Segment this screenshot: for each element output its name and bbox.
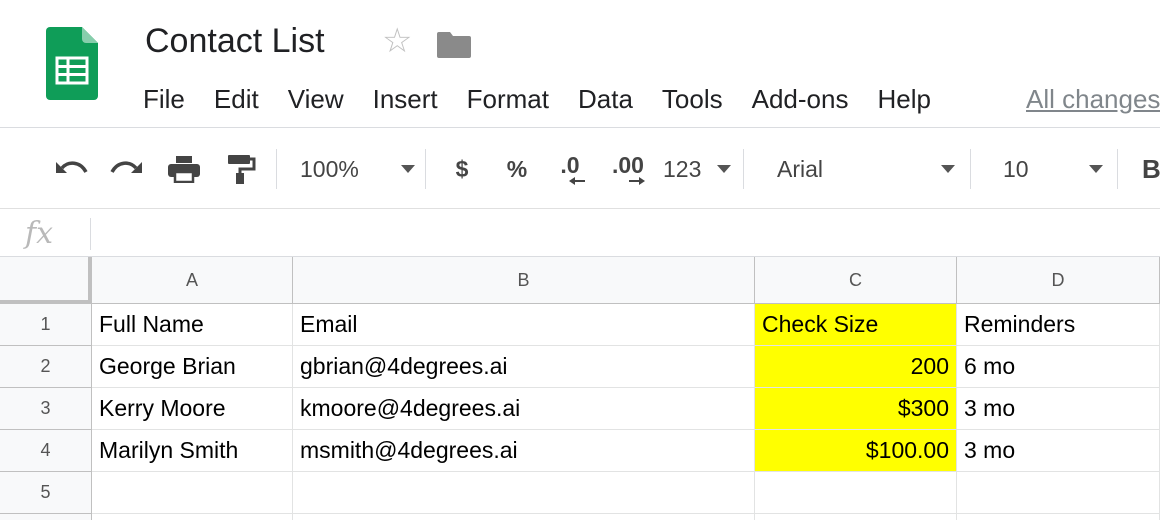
chevron-down-icon bbox=[941, 165, 955, 173]
percent-format-button[interactable]: % bbox=[503, 151, 531, 187]
cell-d5[interactable] bbox=[957, 472, 1160, 514]
arrow-right-icon bbox=[629, 176, 645, 185]
cell-d1[interactable]: Reminders bbox=[957, 304, 1160, 346]
menu-help[interactable]: Help bbox=[877, 84, 930, 118]
menu-data[interactable]: Data bbox=[578, 84, 633, 118]
cell-c5[interactable] bbox=[755, 472, 957, 514]
column-header-b[interactable]: B bbox=[293, 257, 755, 304]
row-header-5[interactable]: 5 bbox=[0, 472, 92, 514]
select-all-corner[interactable] bbox=[0, 257, 92, 304]
chevron-down-icon bbox=[1089, 165, 1103, 173]
cell-b4[interactable]: msmith@4degrees.ai bbox=[293, 430, 755, 472]
save-status-link[interactable]: All changes bbox=[1026, 84, 1160, 115]
fx-icon: fx bbox=[25, 216, 54, 251]
menu-edit[interactable]: Edit bbox=[214, 84, 259, 118]
row-header-2[interactable]: 2 bbox=[0, 346, 92, 388]
toolbar-separator bbox=[276, 149, 277, 189]
menu-file[interactable]: File bbox=[143, 84, 185, 118]
row-header-6[interactable] bbox=[0, 514, 92, 520]
chevron-down-icon bbox=[717, 165, 731, 173]
cell-c2[interactable]: 200 bbox=[755, 346, 957, 388]
toolbar-separator bbox=[970, 149, 971, 189]
cell-d2[interactable]: 6 mo bbox=[957, 346, 1160, 388]
cell-d3[interactable]: 3 mo bbox=[957, 388, 1160, 430]
formula-input[interactable] bbox=[100, 216, 1150, 250]
menu-add-ons[interactable]: Add-ons bbox=[752, 84, 849, 118]
menu-tools[interactable]: Tools bbox=[662, 84, 723, 118]
toolbar-separator bbox=[743, 149, 744, 189]
column-header-c[interactable]: C bbox=[755, 257, 957, 304]
menu-format[interactable]: Format bbox=[467, 84, 549, 118]
cell-a4[interactable]: Marilyn Smith bbox=[92, 430, 293, 472]
star-icon[interactable]: ☆ bbox=[382, 24, 412, 58]
google-sheets-logo-icon[interactable] bbox=[46, 27, 98, 100]
row-header-1[interactable]: 1 bbox=[0, 304, 92, 346]
cell-c6[interactable] bbox=[755, 514, 957, 520]
font-size-select[interactable]: 10 bbox=[1003, 151, 1103, 187]
row-header-3[interactable]: 3 bbox=[0, 388, 92, 430]
cell-a6[interactable] bbox=[92, 514, 293, 520]
bold-button[interactable]: B bbox=[1142, 151, 1160, 187]
row-header-4[interactable]: 4 bbox=[0, 430, 92, 472]
arrow-left-icon bbox=[569, 176, 585, 185]
cell-c1[interactable]: Check Size bbox=[755, 304, 957, 346]
folder-icon[interactable] bbox=[437, 30, 471, 58]
increase-decimal-button[interactable]: .00 bbox=[608, 151, 648, 187]
paint-format-icon[interactable] bbox=[222, 151, 260, 187]
cell-b5[interactable] bbox=[293, 472, 755, 514]
document-title[interactable]: Contact List bbox=[145, 22, 325, 61]
formula-bar: fx bbox=[0, 210, 1160, 257]
cell-a1[interactable]: Full Name bbox=[92, 304, 293, 346]
undo-icon[interactable] bbox=[52, 151, 90, 187]
font-family-select[interactable]: Arial bbox=[777, 151, 955, 187]
cell-b2[interactable]: gbrian@4degrees.ai bbox=[293, 346, 755, 388]
toolbar-separator bbox=[425, 149, 426, 189]
cell-b6[interactable] bbox=[293, 514, 755, 520]
cell-c3[interactable]: $300 bbox=[755, 388, 957, 430]
toolbar: 100% $ % .0 .00 123 Arial 10 B bbox=[0, 129, 1160, 209]
more-formats-select[interactable]: 123 bbox=[663, 151, 731, 187]
menu-bar: File Edit View Insert Format Data Tools … bbox=[143, 84, 960, 118]
redo-icon[interactable] bbox=[108, 151, 146, 187]
zoom-value: 100% bbox=[300, 155, 359, 182]
formula-bar-separator bbox=[90, 218, 91, 250]
chevron-down-icon bbox=[401, 165, 415, 173]
print-icon[interactable] bbox=[165, 151, 203, 187]
cell-c4[interactable]: $100.00 bbox=[755, 430, 957, 472]
cell-d4[interactable]: 3 mo bbox=[957, 430, 1160, 472]
cell-a5[interactable] bbox=[92, 472, 293, 514]
cell-d6[interactable] bbox=[957, 514, 1160, 520]
column-header-d[interactable]: D bbox=[957, 257, 1160, 304]
cell-b1[interactable]: Email bbox=[293, 304, 755, 346]
zoom-select[interactable]: 100% bbox=[300, 151, 415, 187]
cell-b3[interactable]: kmoore@4degrees.ai bbox=[293, 388, 755, 430]
menu-insert[interactable]: Insert bbox=[373, 84, 438, 118]
cell-a3[interactable]: Kerry Moore bbox=[92, 388, 293, 430]
decrease-decimal-button[interactable]: .0 bbox=[552, 151, 588, 187]
column-header-a[interactable]: A bbox=[92, 257, 293, 304]
spreadsheet-grid: A B C D 1 2 3 4 5 Full Name Email Check … bbox=[0, 257, 1160, 520]
cell-a2[interactable]: George Brian bbox=[92, 346, 293, 388]
title-bar: Contact List ☆ File Edit View Insert For… bbox=[0, 0, 1160, 128]
currency-format-button[interactable]: $ bbox=[448, 151, 476, 187]
toolbar-separator bbox=[1117, 149, 1118, 189]
menu-view[interactable]: View bbox=[288, 84, 344, 118]
